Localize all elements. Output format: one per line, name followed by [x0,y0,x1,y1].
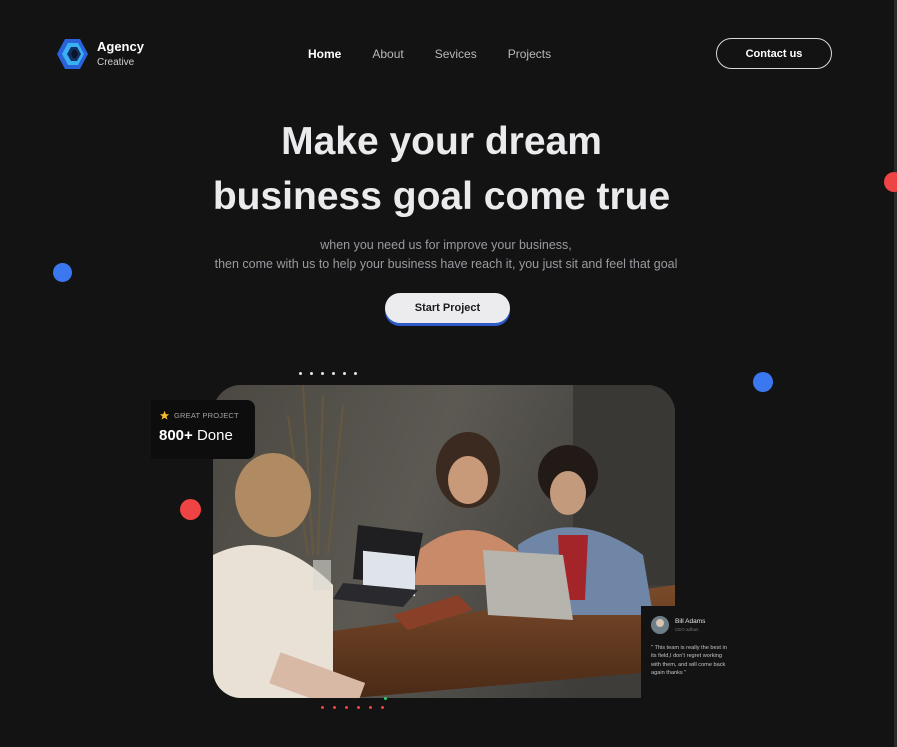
stats-badge-tag: GREAT PROJECT [159,410,255,421]
testimonial-role: CEO adhan [675,627,699,632]
star-icon [159,410,170,420]
nav-item-services[interactable]: Sevices [435,47,477,61]
hero-title: Make your dream business goal come true [0,114,883,224]
hero-subtitle: when you need us for improve your busine… [0,236,892,274]
testimonial-quote: " This team is really the best in its fi… [651,645,727,677]
hero-subtitle-line2: then come with us to help your business … [214,257,678,271]
decor-dot-red [180,499,201,520]
nav-item-projects[interactable]: Projects [508,47,551,61]
start-project-button[interactable]: Start Project [385,293,510,323]
decor-dot-red [884,172,897,192]
stats-badge: GREAT PROJECT 800+ Done [151,400,255,459]
testimonial-card: Bill Adams CEO adhan " This team is real… [641,606,739,698]
stats-suffix: Done [196,427,233,444]
nav-item-home[interactable]: Home [308,47,341,61]
decor-dot-blue [753,372,773,392]
avatar [651,616,669,634]
decor-dot-row-white [299,372,357,375]
testimonial-name: Bill Adams [675,618,706,625]
brand-name: Agency [97,38,144,54]
nav-item-about[interactable]: About [372,47,403,61]
hero-title-line2: business goal come true [212,175,671,218]
stats-count: 800+ [159,427,193,444]
decor-dot-green [384,697,387,700]
stats-badge-count: 800+ Done [159,427,255,444]
stats-badge-label: GREAT PROJECT [174,411,239,420]
brand-logo[interactable]: Agency Creative [56,38,144,70]
decor-dot-blue [53,263,72,282]
contact-button[interactable]: Contact us [716,38,832,69]
hero-title-line1: Make your dream [281,120,602,163]
main-nav: Home About Sevices Projects [308,47,551,61]
hexagon-logo-icon [57,39,88,69]
decor-dot-row-red [321,706,384,709]
team-photo [213,385,675,698]
brand-tagline: Creative [97,57,135,69]
hero-subtitle-line1: when you need us for improve your busine… [320,238,572,252]
